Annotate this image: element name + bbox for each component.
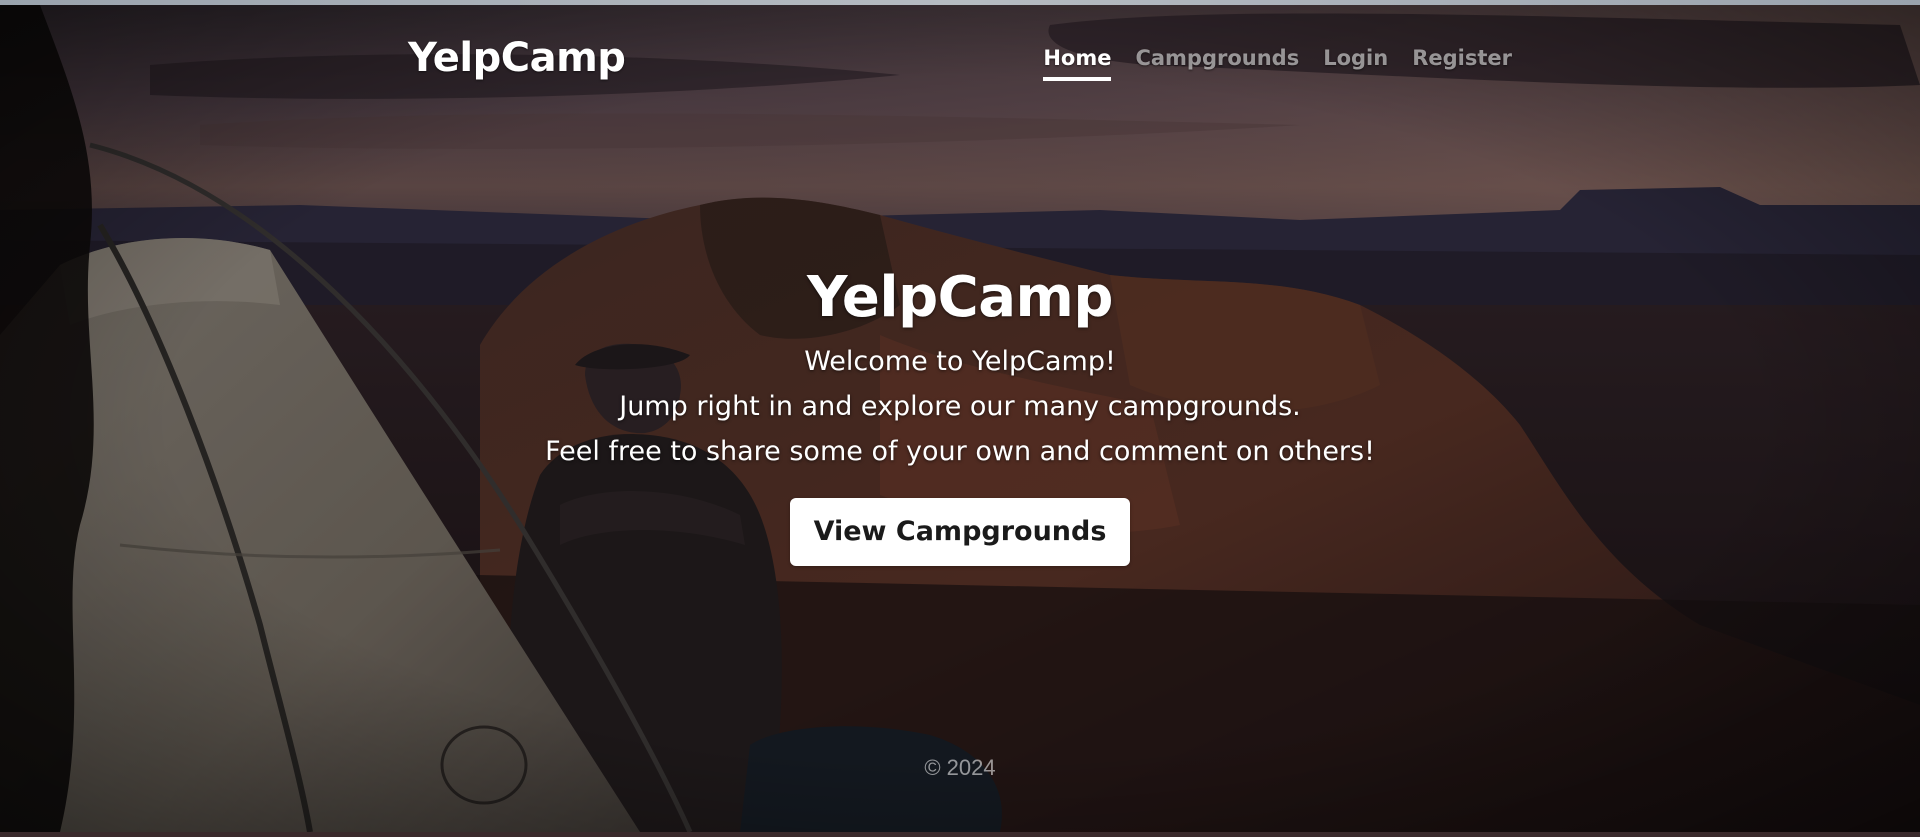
browser-bottom-edge bbox=[0, 832, 1920, 837]
nav-links: Home Campgrounds Login Register bbox=[1043, 45, 1512, 81]
navbar: YelpCamp Home Campgrounds Login Register bbox=[0, 5, 1920, 85]
nav-link-login[interactable]: Login bbox=[1323, 45, 1388, 81]
cover-content: YelpCamp Welcome to YelpCamp! Jump right… bbox=[0, 263, 1920, 566]
hero-share-text: Feel free to share some of your own and … bbox=[545, 436, 1375, 467]
nav-link-campgrounds[interactable]: Campgrounds bbox=[1135, 45, 1299, 81]
footer-copyright: © 2024 bbox=[924, 755, 996, 780]
hero-lead: Welcome to YelpCamp! Jump right in and e… bbox=[0, 339, 1920, 474]
nav-link-home[interactable]: Home bbox=[1043, 45, 1112, 81]
nav-link-register[interactable]: Register bbox=[1412, 45, 1512, 81]
brand-logo-link[interactable]: YelpCamp bbox=[408, 35, 626, 81]
hero-title: YelpCamp bbox=[807, 265, 1114, 330]
hero-welcome-text: Welcome to YelpCamp! bbox=[804, 346, 1116, 377]
view-campgrounds-button[interactable]: View Campgrounds bbox=[789, 498, 1131, 566]
landing-hero: YelpCamp Home Campgrounds Login Register… bbox=[0, 5, 1920, 832]
hero-explore-text: Jump right in and explore our many campg… bbox=[619, 391, 1301, 422]
